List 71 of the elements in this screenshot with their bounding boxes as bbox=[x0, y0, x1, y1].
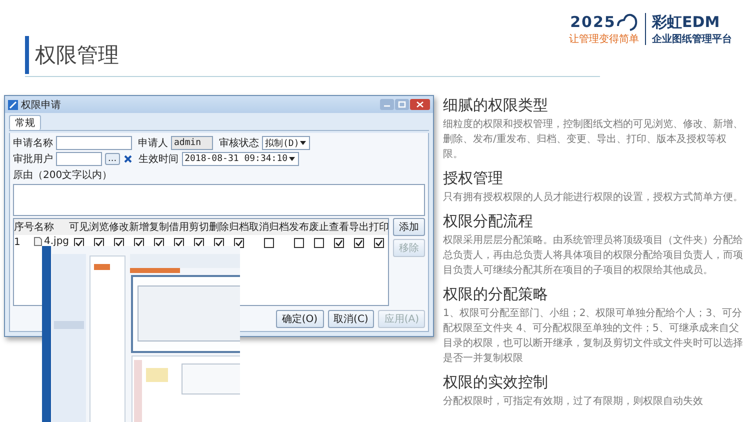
checkbox[interactable] bbox=[154, 238, 164, 248]
reason-label: 原由（200文字以内） bbox=[13, 168, 114, 182]
browse-button[interactable]: ... bbox=[105, 153, 120, 165]
column-header: 序号 bbox=[14, 219, 34, 235]
logo-year: 2025 bbox=[570, 13, 616, 31]
cloud-icon bbox=[616, 12, 638, 32]
column-header: 剪切 bbox=[189, 219, 210, 235]
input-field[interactable] bbox=[56, 152, 102, 166]
checkbox[interactable] bbox=[314, 238, 324, 248]
column-header: 修改 bbox=[109, 219, 130, 235]
section-heading: 授权管理 bbox=[443, 169, 504, 188]
section-text: 权限采用层层分配策略。由系统管理员将顶级项目（文件夹）分配给总负责人，再由总负责人将具体项目的权限分配给项目负责人，而项目负责人可继续分配其所在项目的子项目的权限给其他成员。 bbox=[443, 234, 744, 278]
section-heading: 权限分配流程 bbox=[443, 212, 534, 231]
table-cell: 4.jpg bbox=[44, 236, 70, 247]
side-button[interactable]: 添加 bbox=[393, 218, 425, 236]
section-heading: 权限的实效控制 bbox=[443, 373, 549, 392]
section-text: 分配权限时，可指定有效期，过了有限期，则权限自动失效 bbox=[443, 394, 704, 409]
dialog-button[interactable]: 取消(C) bbox=[328, 310, 374, 328]
column-header: 复制 bbox=[149, 219, 170, 235]
column-header: 导出 bbox=[349, 219, 370, 235]
column-header: 删除 bbox=[209, 219, 230, 235]
brand-subtitle: 企业图纸管理平台 bbox=[652, 32, 732, 46]
column-header: 废止 bbox=[309, 219, 330, 235]
column-header: 借用 bbox=[169, 219, 190, 235]
column-header: 打印 bbox=[369, 219, 388, 235]
close-icon[interactable] bbox=[410, 99, 430, 110]
column-header: 取消归档 bbox=[249, 219, 290, 235]
window-title: 权限申请 bbox=[21, 98, 62, 112]
section-heading: 细腻的权限类型 bbox=[443, 96, 549, 115]
section-text: 只有拥有授权权限的人员才能进行权限的设置，授权方式简单方便。 bbox=[443, 190, 744, 205]
section-heading: 权限的分配策略 bbox=[443, 285, 549, 304]
field-label: 审批用户 bbox=[13, 152, 53, 166]
column-header: 名称 bbox=[34, 219, 70, 235]
column-header: 新增 bbox=[129, 219, 150, 235]
checkbox[interactable] bbox=[374, 238, 384, 248]
clear-icon[interactable] bbox=[122, 154, 133, 164]
checkbox[interactable] bbox=[354, 238, 364, 248]
section-text: 1、权限可分配至部门、小组；2、权限可单独分配给个人；3、可分配权限至文件夹 4、可分配权限至单独的文件；5、可继承成来自父目录的权限，也可以断开继承，复制及剪切文件或文件夹时可以选择是否一并复制权限 bbox=[443, 306, 744, 366]
checkbox[interactable] bbox=[74, 238, 84, 248]
table-cell: 1 bbox=[14, 235, 34, 250]
checkbox[interactable] bbox=[94, 238, 104, 248]
input-field: admin bbox=[171, 136, 213, 150]
checkbox[interactable] bbox=[134, 238, 144, 248]
field-label: 生效时间 bbox=[138, 152, 179, 166]
app-icon bbox=[8, 100, 18, 110]
column-header: 查看 bbox=[329, 219, 350, 235]
tab[interactable]: 常规 bbox=[9, 115, 41, 130]
checkbox[interactable] bbox=[214, 238, 224, 248]
dropdown[interactable]: 拟制(D) bbox=[262, 136, 310, 150]
input-field[interactable] bbox=[56, 136, 132, 150]
column-header: 发布 bbox=[289, 219, 310, 235]
column-header: 可见 bbox=[69, 219, 90, 235]
checkbox[interactable] bbox=[334, 238, 344, 248]
field-label: 申请人 bbox=[138, 136, 168, 150]
checkbox[interactable] bbox=[194, 238, 204, 248]
logo-slogan: 让管理变得简单 bbox=[569, 32, 639, 46]
checkbox[interactable] bbox=[174, 238, 184, 248]
field-label: 审核状态 bbox=[219, 136, 259, 150]
checkbox[interactable] bbox=[264, 238, 274, 248]
brand-name: 彩虹EDM bbox=[652, 12, 721, 32]
file-icon bbox=[34, 237, 42, 246]
column-header: 归档 bbox=[229, 219, 250, 235]
reason-textarea[interactable] bbox=[13, 184, 425, 216]
checkbox[interactable] bbox=[294, 238, 304, 248]
checkbox[interactable] bbox=[234, 238, 244, 248]
checkbox[interactable] bbox=[114, 238, 124, 248]
section-text: 细粒度的权限和授权管理，控制图纸文档的可见浏览、修改、新增、删除、发布/重发布、归档、变更、导出、打印、版本及授权等权限。 bbox=[443, 118, 744, 162]
field-label: 申请名称 bbox=[13, 136, 53, 150]
dialog-button[interactable]: 确定(O) bbox=[276, 310, 324, 328]
column-header: 浏览 bbox=[89, 219, 110, 235]
dropdown[interactable]: 2018-08-31 09:34:10 bbox=[182, 152, 299, 166]
